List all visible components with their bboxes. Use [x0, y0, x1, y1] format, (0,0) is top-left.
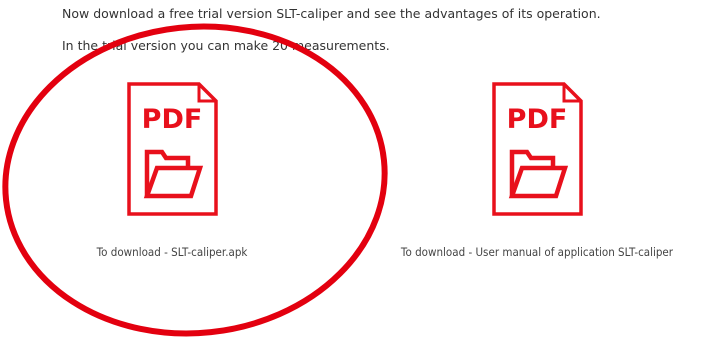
- pdf-label: PDF: [506, 104, 567, 135]
- download-manual-label[interactable]: To download - User manual of application…: [371, 245, 704, 259]
- download-manual-link[interactable]: PDF To download - User manual of applica…: [352, 80, 722, 259]
- pdf-folder-icon: PDF: [491, 82, 583, 216]
- intro-line-2: In the trial version you can make 20 mea…: [62, 38, 390, 53]
- pdf-folder-icon: PDF: [126, 82, 218, 216]
- intro-line-1: Now download a free trial version SLT-ca…: [62, 6, 601, 21]
- download-apk-label[interactable]: To download - SLT-caliper.apk: [73, 245, 271, 259]
- download-apk-link[interactable]: PDF To download - SLT-caliper.apk: [62, 80, 282, 259]
- pdf-label: PDF: [141, 104, 202, 135]
